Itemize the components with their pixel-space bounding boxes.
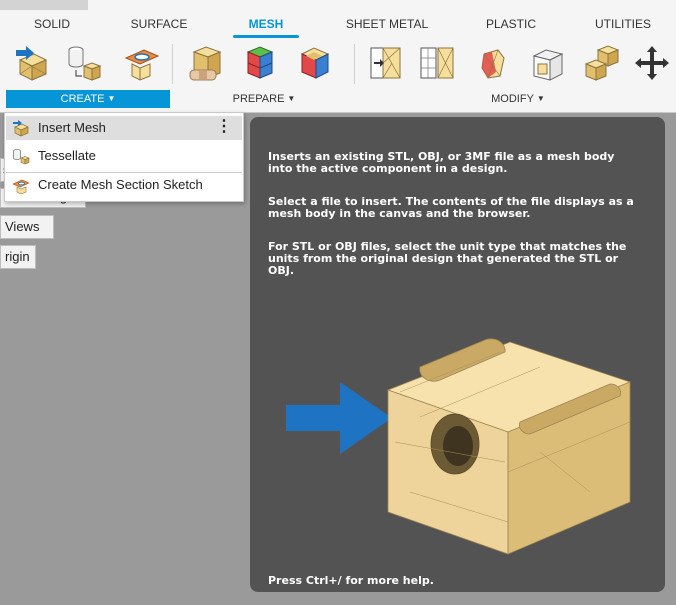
tab-plastic[interactable]: PLASTIC xyxy=(482,14,540,38)
help-footer: Press Ctrl+/ for more help. xyxy=(268,574,434,587)
reduce-tool-icon[interactable] xyxy=(418,42,456,84)
prepare-group-dropdown[interactable]: PREPARE ▼ xyxy=(176,90,352,108)
browser-item-named-views[interactable]: Views xyxy=(0,215,54,239)
mesh-section-sketch-icon xyxy=(12,179,30,194)
group-separator xyxy=(354,44,355,84)
create-group-dropdown[interactable]: CREATE ▼ xyxy=(6,90,170,108)
insert-mesh-illustration xyxy=(286,338,632,555)
tessellate-tool-icon[interactable] xyxy=(64,42,102,84)
menu-item-label: Tessellate xyxy=(38,148,96,163)
tab-mesh[interactable]: MESH xyxy=(233,14,299,38)
tab-sheet-metal[interactable]: SHEET METAL xyxy=(343,14,431,38)
shell-tool-icon[interactable] xyxy=(528,42,566,84)
insert-mesh-tool-icon[interactable] xyxy=(12,42,50,84)
menu-item-tessellate[interactable]: Tessellate xyxy=(6,144,242,168)
tab-utilities[interactable]: UTILITIES xyxy=(592,14,654,38)
modify-group-dropdown[interactable]: MODIFY ▼ xyxy=(360,90,676,108)
menu-item-label: Insert Mesh xyxy=(38,120,106,135)
create-group-label: CREATE xyxy=(60,93,105,105)
more-options-icon[interactable]: ⋮ xyxy=(216,116,232,138)
modify-group-label: MODIFY xyxy=(491,93,534,105)
plane-cut-tool-icon[interactable] xyxy=(366,42,404,84)
workspace-tabs: SOLID SURFACE MESH SHEET METAL PLASTIC U… xyxy=(0,14,676,38)
tessellate-icon xyxy=(13,149,30,165)
toolbar-ribbon: SOLID SURFACE MESH SHEET METAL PLASTIC U… xyxy=(0,0,676,113)
menu-item-label: Create Mesh Section Sketch xyxy=(38,177,203,192)
create-mesh-section-sketch-tool-icon[interactable] xyxy=(122,42,160,84)
mesh-part-model xyxy=(386,338,632,555)
group-separator xyxy=(172,44,173,84)
combine-face-groups-tool-icon[interactable] xyxy=(296,42,334,84)
browser-item-origin[interactable]: rigin xyxy=(0,245,36,269)
generate-face-groups-tool-icon[interactable] xyxy=(240,42,278,84)
help-select-file-text: Select a file to insert. The contents of… xyxy=(268,195,634,220)
repair-tool-icon[interactable] xyxy=(186,42,224,84)
tab-solid[interactable]: SOLID xyxy=(30,14,74,38)
menu-item-insert-mesh[interactable]: Insert Mesh ⋮ xyxy=(6,116,242,140)
chevron-down-icon: ▼ xyxy=(536,94,545,103)
insert-arrow-icon xyxy=(286,382,392,454)
menu-item-create-mesh-section-sketch[interactable]: Create Mesh Section Sketch xyxy=(6,173,242,197)
chevron-down-icon: ▼ xyxy=(287,94,296,103)
prepare-group-label: PREPARE xyxy=(232,93,285,105)
remesh-tool-icon[interactable] xyxy=(474,42,512,84)
help-description: Inserts an existing STL, OBJ, or 3MF fil… xyxy=(268,150,615,175)
tab-surface[interactable]: SURFACE xyxy=(127,14,191,38)
move-copy-tool-icon[interactable] xyxy=(630,42,674,84)
help-units-text: For STL or OBJ files, select the unit ty… xyxy=(268,240,627,277)
insert-mesh-icon xyxy=(13,120,29,137)
combine-bodies-tool-icon[interactable] xyxy=(582,42,620,84)
create-dropdown-menu: Insert Mesh ⋮ Tessellate Create Mesh Sec… xyxy=(4,112,244,202)
chevron-down-icon: ▼ xyxy=(107,94,116,103)
title-bar-fragment xyxy=(0,0,88,10)
command-help-tooltip: Inserts an existing STL, OBJ, or 3MF fil… xyxy=(250,117,665,592)
